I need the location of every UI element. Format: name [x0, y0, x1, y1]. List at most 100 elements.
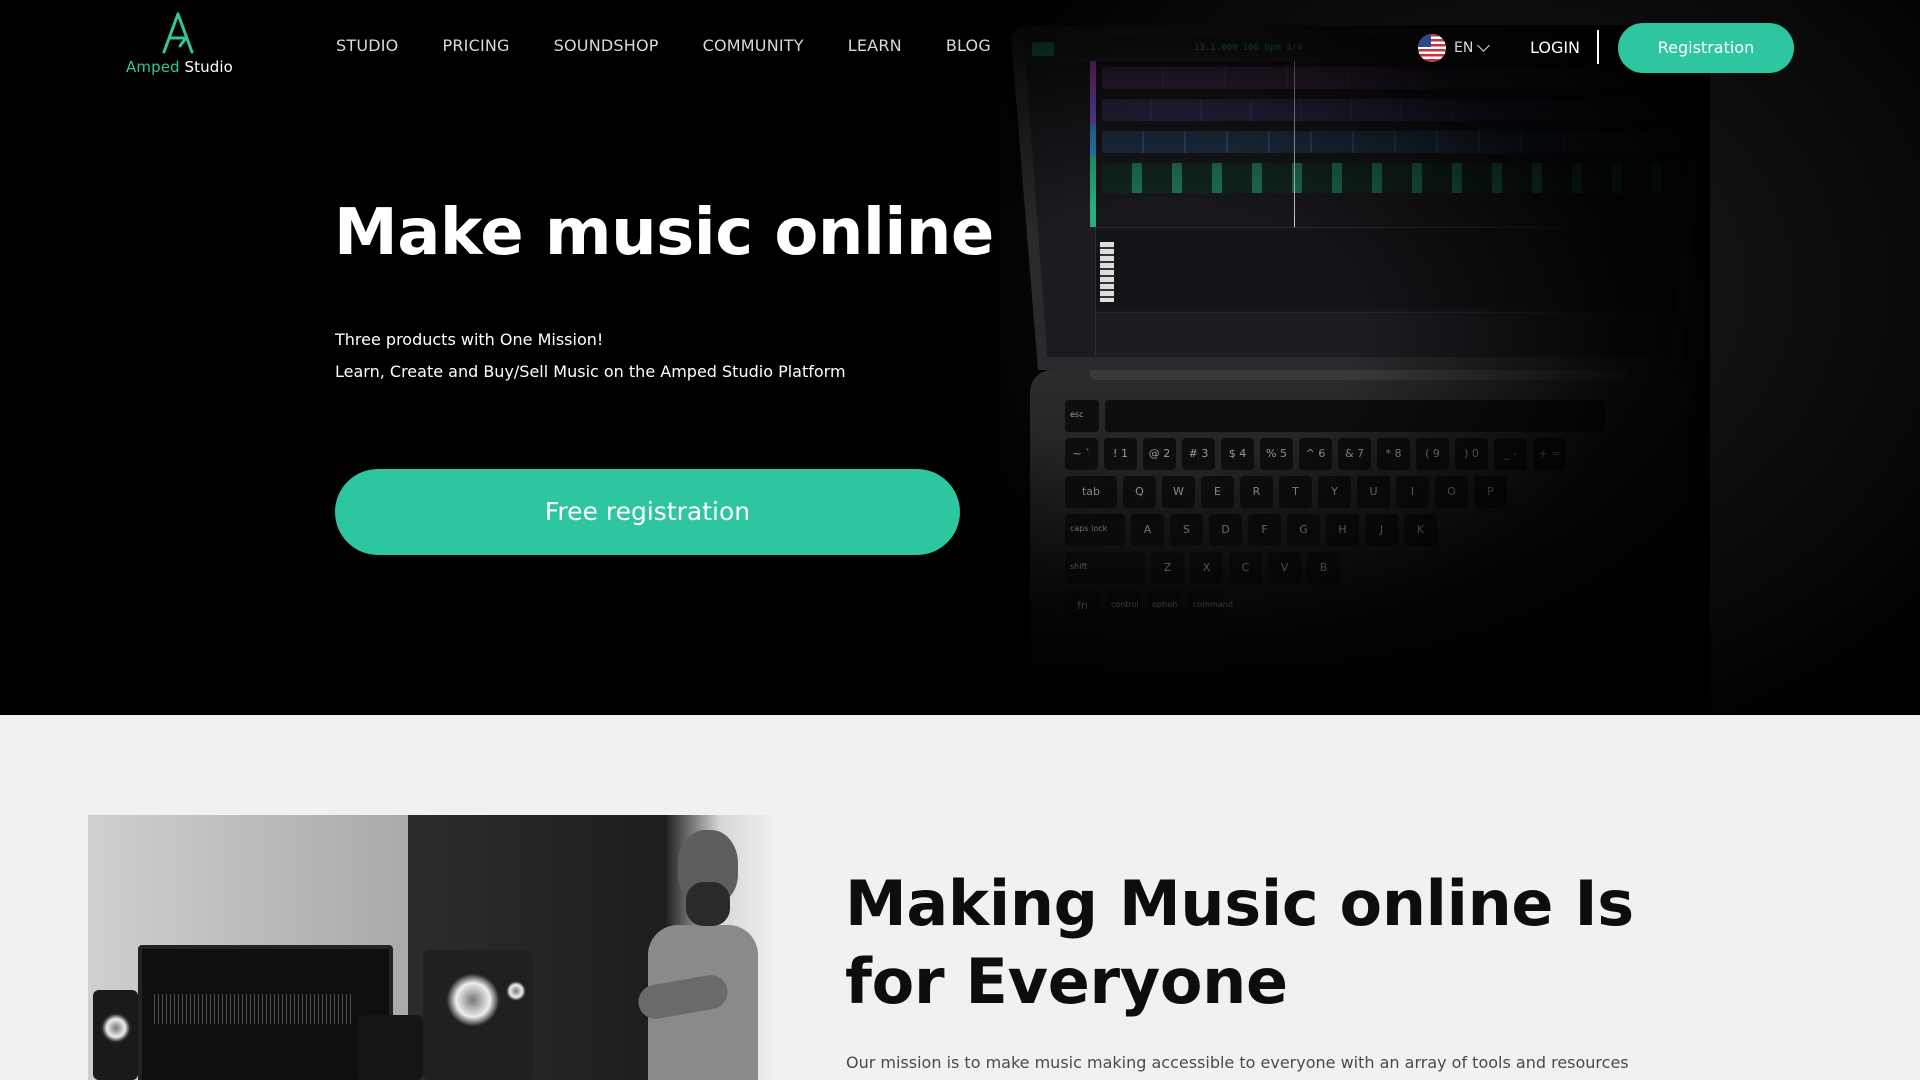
laptop-base: esc ~ `! 1 @ 2 # 3 $ 4% 5 ^ 6 & 7 * 8( 9) 0 _ -…	[1030, 370, 1690, 715]
key: P	[1474, 476, 1507, 508]
nav-item-soundshop[interactable]: SOUNDSHOP	[554, 36, 659, 55]
laptop-hinge	[1090, 370, 1630, 380]
key: ( 9	[1416, 438, 1449, 470]
key: W	[1162, 476, 1195, 508]
laptop-keyboard: esc ~ `! 1 @ 2 # 3 $ 4% 5 ^ 6 & 7 * 8( 9) 0 _ -…	[1065, 400, 1655, 628]
daw-clip-lane	[1102, 67, 1682, 89]
photo-waveform	[154, 994, 354, 1024]
touch-bar	[1105, 400, 1605, 432]
key: ^ 6	[1299, 438, 1332, 470]
brand-logo[interactable]: Amped Studio	[126, 12, 233, 82]
photo-person-beard	[686, 882, 730, 926]
language-selector[interactable]: EN	[1418, 34, 1491, 62]
key-row-4: caps lock A S D F G H J K	[1065, 514, 1655, 546]
photo-speaker	[358, 1015, 423, 1080]
key: B	[1307, 552, 1340, 584]
key: option	[1147, 590, 1182, 622]
key: ) 0	[1455, 438, 1488, 470]
daw-clip-lane	[1102, 163, 1682, 193]
daw-screen: 13.1.000 106 bpm 4/4	[1024, 37, 1696, 357]
daw-toolbar: 13.1.000 106 bpm 4/4	[1024, 37, 1696, 61]
daw-piano-keys	[1100, 242, 1114, 302]
free-registration-button[interactable]: Free registration	[335, 469, 960, 555]
photo-person	[635, 830, 758, 1080]
login-link[interactable]: LOGIN	[1530, 38, 1580, 57]
key: caps lock	[1065, 514, 1125, 546]
photo-monitor	[138, 945, 393, 1080]
mission-section: Making Music online Is for Everyone Our …	[0, 715, 1920, 1080]
key: C	[1229, 552, 1262, 584]
track-color	[1090, 157, 1096, 227]
key: control	[1106, 590, 1141, 622]
key: F	[1248, 514, 1281, 546]
chevron-down-icon	[1477, 39, 1491, 52]
key: command	[1188, 590, 1233, 622]
hero-subtitle-line1: Three products with One Mission!	[335, 330, 604, 349]
key: $ 4	[1221, 438, 1254, 470]
nav-item-community[interactable]: COMMUNITY	[703, 36, 804, 55]
key: Z	[1151, 552, 1184, 584]
key: @ 2	[1143, 438, 1176, 470]
mission-title-line2: for Everyone	[845, 945, 1288, 1018]
photo-speaker-cone	[100, 1012, 132, 1044]
key: K	[1404, 514, 1437, 546]
daw-device-panel	[1096, 312, 1696, 357]
key: # 3	[1182, 438, 1215, 470]
registration-button[interactable]: Registration	[1618, 23, 1794, 73]
key: Y	[1318, 476, 1351, 508]
key: + =	[1533, 438, 1566, 470]
nav-item-blog[interactable]: BLOG	[946, 36, 991, 55]
key: J	[1365, 514, 1398, 546]
track-color	[1090, 93, 1096, 125]
key: U	[1357, 476, 1390, 508]
studio-photo	[88, 815, 775, 1080]
key-row-3: tab Q W E R T Y U I O P	[1065, 476, 1655, 508]
nav-item-studio[interactable]: STUDIO	[336, 36, 398, 55]
key-row-5: shift Z X C V B	[1065, 552, 1655, 584]
key: A	[1131, 514, 1164, 546]
daw-logo-icon	[1032, 42, 1054, 56]
daw-clip-lane	[1102, 131, 1682, 153]
hero-subtitle-line2: Learn, Create and Buy/Sell Music on the …	[335, 362, 846, 381]
mission-title: Making Music online Is for Everyone	[845, 865, 1634, 1021]
laptop-illustration: esc ~ `! 1 @ 2 # 3 $ 4% 5 ^ 6 & 7 * 8( 9) 0 _ -…	[1010, 25, 1710, 715]
main-nav: STUDIO PRICING SOUNDSHOP COMMUNITY LEARN…	[336, 36, 1035, 55]
photo-speaker-tweeter	[505, 980, 527, 1002]
logo-text-studio: Studio	[184, 58, 233, 76]
logo-mark-icon	[162, 12, 194, 54]
track-color	[1090, 125, 1096, 157]
key-row-2: ~ `! 1 @ 2 # 3 $ 4% 5 ^ 6 & 7 * 8( 9) 0 _ - + =	[1065, 438, 1655, 470]
key: _ -	[1494, 438, 1527, 470]
key: shift	[1065, 552, 1145, 584]
key: V	[1268, 552, 1301, 584]
track-color	[1090, 61, 1096, 93]
nav-item-learn[interactable]: LEARN	[848, 36, 902, 55]
language-code: EN	[1454, 40, 1474, 56]
key: T	[1279, 476, 1312, 508]
mission-text: Our mission is to make music making acce…	[846, 1053, 1629, 1072]
key: E	[1201, 476, 1234, 508]
logo-text-amped: Amped	[126, 58, 180, 76]
daw-playhead	[1294, 61, 1295, 231]
key: R	[1240, 476, 1273, 508]
key: G	[1287, 514, 1320, 546]
key: Q	[1123, 476, 1156, 508]
key: H	[1326, 514, 1359, 546]
key: & 7	[1338, 438, 1371, 470]
key: esc	[1065, 400, 1099, 432]
mission-title-line1: Making Music online Is	[845, 867, 1634, 940]
key: ~ `	[1065, 438, 1098, 470]
key: I	[1396, 476, 1429, 508]
key: X	[1190, 552, 1223, 584]
photo-speaker-cone	[443, 970, 503, 1030]
nav-item-pricing[interactable]: PRICING	[442, 36, 509, 55]
key-row-6: fn control option command	[1065, 590, 1655, 622]
key: * 8	[1377, 438, 1410, 470]
photo-speaker	[423, 950, 533, 1080]
daw-timecode: 13.1.000 106 bpm 4/4	[1194, 43, 1303, 53]
us-flag-icon	[1418, 34, 1446, 62]
key-row-1: esc	[1065, 400, 1655, 432]
key: fn	[1065, 590, 1100, 622]
key: tab	[1065, 476, 1117, 508]
header-divider	[1597, 30, 1599, 64]
